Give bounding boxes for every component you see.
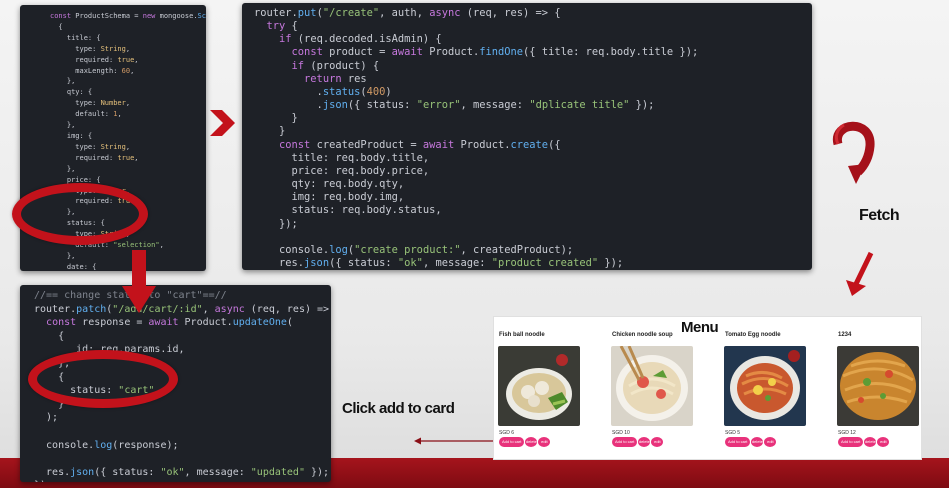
menu-app: Menu Fish ball noodle SGD 6 Add to cart … <box>493 316 922 460</box>
edit-button[interactable]: edit <box>764 437 777 447</box>
card-buttons: Add to cart delete edit <box>725 437 777 447</box>
status-highlight-ring <box>12 183 148 245</box>
card-title: Fish ball noodle <box>499 332 545 338</box>
card-buttons: Add to cart delete edit <box>499 437 551 447</box>
right-chevron-arrow-icon <box>210 110 235 136</box>
add-to-cart-button[interactable]: Add to cart <box>499 437 525 447</box>
delete-button[interactable]: delete <box>525 437 538 447</box>
card-buttons: Add to cart delete edit <box>612 437 664 447</box>
click-add-to-card-label: Click add to card <box>342 400 455 417</box>
menu-card: Fish ball noodle SGD 6 Add to cart delet… <box>494 327 594 455</box>
diagonal-down-arrow-icon <box>846 251 874 296</box>
add-to-cart-button[interactable]: Add to cart <box>838 437 864 447</box>
food-image <box>837 346 919 426</box>
card-price: SGD 12 <box>838 430 856 436</box>
food-image <box>724 346 806 426</box>
food-image <box>611 346 693 426</box>
create-route-code-panel: router.put("/create", auth, async (req, … <box>242 3 812 270</box>
card-price: SGD 6 <box>499 430 515 436</box>
add-to-cart-button[interactable]: Add to cart <box>725 437 751 447</box>
add-to-cart-button[interactable]: Add to cart <box>612 437 638 447</box>
card-buttons: Add to cart delete edit <box>838 437 890 447</box>
edit-button[interactable]: edit <box>538 437 551 447</box>
card-title: Tomato Egg noodle <box>725 332 781 338</box>
delete-button[interactable]: delete <box>638 437 651 447</box>
edit-button[interactable]: edit <box>651 437 664 447</box>
card-title: 1234 <box>838 332 852 338</box>
menu-card: Chicken noodle soup SGD 10 Add to cart d… <box>607 327 707 455</box>
card-title: Chicken noodle soup <box>612 332 673 338</box>
food-image <box>498 346 580 426</box>
delete-button[interactable]: delete <box>864 437 877 447</box>
curved-fetch-arrow-icon <box>833 121 875 184</box>
left-thin-arrow-icon <box>414 437 496 445</box>
delete-button[interactable]: delete <box>751 437 764 447</box>
card-price: SGD 10 <box>612 430 630 436</box>
menu-card: Tomato Egg noodle SGD 5 Add to cart dele… <box>720 327 820 455</box>
cart-highlight-ring <box>28 350 178 408</box>
fetch-label: Fetch <box>859 207 900 224</box>
down-arrow-icon <box>122 250 156 313</box>
menu-card: 1234 SGD 12 Add to cart delete edit <box>833 327 933 455</box>
card-price: SGD 5 <box>725 430 741 436</box>
edit-button[interactable]: edit <box>877 437 890 447</box>
create-route-code: router.put("/create", auth, async (req, … <box>254 7 699 269</box>
